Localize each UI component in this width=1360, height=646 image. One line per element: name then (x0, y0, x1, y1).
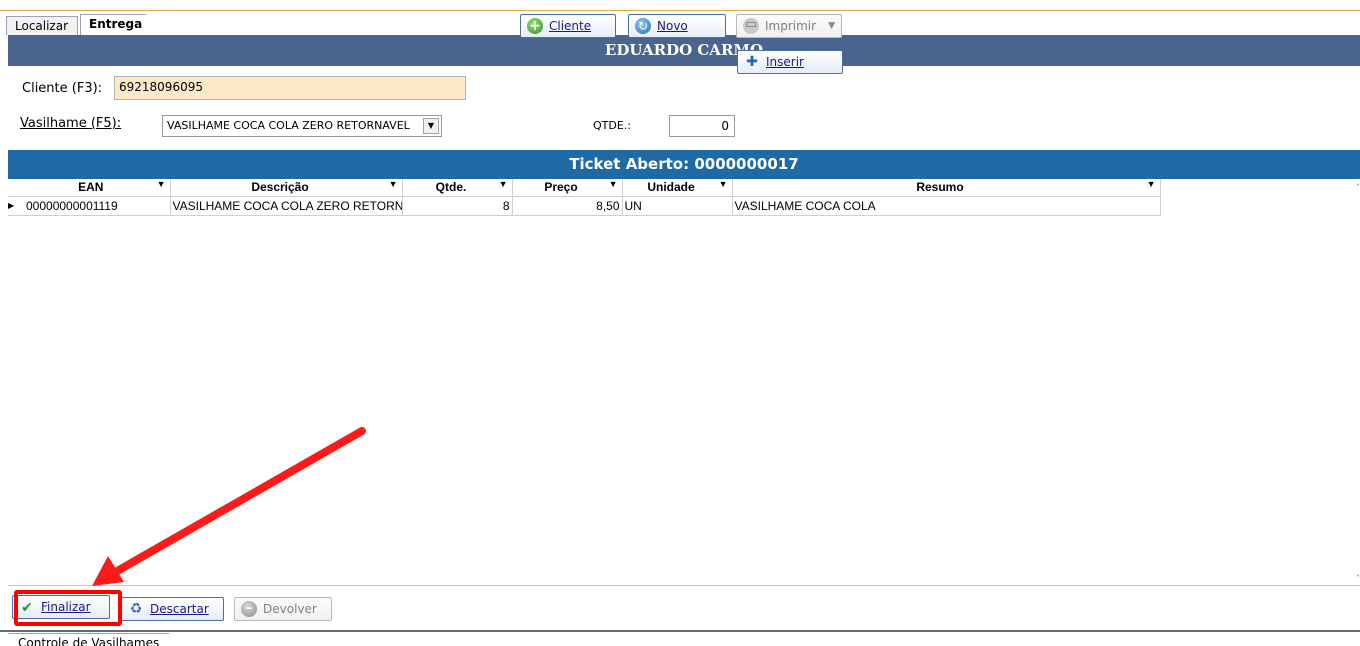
status-divider (0, 630, 1360, 632)
form-area: Cliente (F3): 69218096095 Vasilhame (F5)… (8, 66, 1360, 150)
sort-dropdown-icon[interactable]: ▼ (389, 179, 398, 189)
scroll-down-icon[interactable]: ˅ (1356, 574, 1360, 583)
cell-unidade[interactable]: UN (622, 196, 733, 216)
cell-ean[interactable]: 00000000001119 (24, 196, 171, 216)
column-header-qtde[interactable]: Qtde. ▼ (402, 179, 513, 197)
cliente-input[interactable]: 69218096095 (114, 76, 466, 100)
sort-dropdown-icon[interactable]: ▼ (499, 179, 508, 189)
ticket-title-bar: Ticket Aberto: 0000000017 (8, 150, 1360, 179)
row-pointer-icon: ▶ (8, 196, 24, 216)
column-header-descricao-label: Descrição (251, 180, 309, 195)
recycle-icon (128, 598, 144, 620)
minus-circle-icon (241, 598, 257, 620)
inserir-button-label: Inserir (766, 55, 804, 69)
vertical-scrollbar[interactable]: ˄ ˅ (1352, 179, 1360, 585)
devolver-button-label: Devolver (263, 602, 317, 616)
column-header-resumo-label: Resumo (916, 180, 964, 195)
column-header-resumo[interactable]: Resumo ▼ (732, 179, 1161, 197)
qtde-label: QTDE.: (593, 119, 632, 132)
descartar-button-label: Descartar (150, 602, 209, 616)
cliente-button-label: Cliente (549, 19, 592, 33)
imprimir-button-label: Imprimir (765, 19, 817, 33)
novo-button-label: Novo (657, 19, 688, 33)
column-header-preco-label: Preço (544, 180, 578, 195)
vasilhame-selected-value: VASILHAME COCA COLA ZERO RETORNAVEL (167, 119, 410, 132)
descartar-button[interactable]: Descartar (121, 597, 224, 621)
cliente-button[interactable]: Cliente (520, 14, 616, 38)
cell-preco[interactable]: 8,50 (512, 196, 623, 216)
sort-dropdown-icon[interactable]: ▼ (1147, 179, 1156, 189)
tab-controle-vasilhames[interactable]: Controle de Vasilhames (8, 633, 170, 646)
sort-dropdown-icon[interactable]: ▼ (609, 179, 618, 189)
tab-localizar[interactable]: Localizar (6, 16, 78, 35)
imprimir-button[interactable]: Imprimir ▼ (736, 14, 842, 38)
vasilhame-select[interactable]: VASILHAME COCA COLA ZERO RETORNAVEL ▼ (162, 115, 442, 137)
highlight-annotation-box (14, 590, 122, 626)
novo-button[interactable]: Novo (628, 14, 726, 38)
tab-entrega[interactable]: Entrega (80, 14, 162, 35)
add-circle-icon (527, 15, 543, 37)
inserir-button[interactable]: Inserir (737, 50, 843, 74)
customer-header: EDUARDO CARMO (8, 35, 1360, 66)
qtde-input[interactable]: 0 (669, 115, 735, 137)
vasilhame-label[interactable]: Vasilhame (F5): (20, 116, 121, 131)
column-header-preco[interactable]: Preço ▼ (512, 179, 623, 197)
row-selector-header (8, 179, 24, 197)
scroll-up-icon[interactable]: ˄ (1356, 183, 1360, 192)
table-row[interactable]: ▶ 00000000001119 VASILHAME COCA COLA ZER… (8, 196, 1161, 216)
plus-icon (744, 51, 760, 73)
column-header-ean-label: EAN (78, 180, 104, 195)
cliente-label: Cliente (F3): (22, 81, 103, 96)
devolver-button[interactable]: Devolver (234, 597, 332, 621)
refresh-icon (635, 15, 651, 37)
sort-dropdown-icon[interactable]: ▼ (157, 179, 166, 189)
column-header-unidade-label: Unidade (647, 180, 695, 195)
column-header-descricao[interactable]: Descrição ▼ (170, 179, 403, 197)
chevron-down-icon[interactable]: ▼ (423, 118, 439, 134)
column-header-ean[interactable]: EAN ▼ (24, 179, 171, 197)
items-grid: EAN ▼ Descrição ▼ Qtde. ▼ Preço ▼ Unidade ▼ R… (8, 179, 1360, 585)
chevron-down-icon: ▼ (828, 21, 835, 31)
column-header-unidade[interactable]: Unidade ▼ (622, 179, 733, 197)
column-header-qtde-label: Qtde. (435, 180, 467, 195)
sort-dropdown-icon[interactable]: ▼ (719, 179, 728, 189)
printer-icon (743, 14, 759, 36)
cell-descricao[interactable]: VASILHAME COCA COLA ZERO RETORNAVEL (170, 196, 403, 216)
cell-resumo[interactable]: VASILHAME COCA COLA (732, 196, 1161, 216)
cell-qtde[interactable]: 8 (402, 196, 513, 216)
